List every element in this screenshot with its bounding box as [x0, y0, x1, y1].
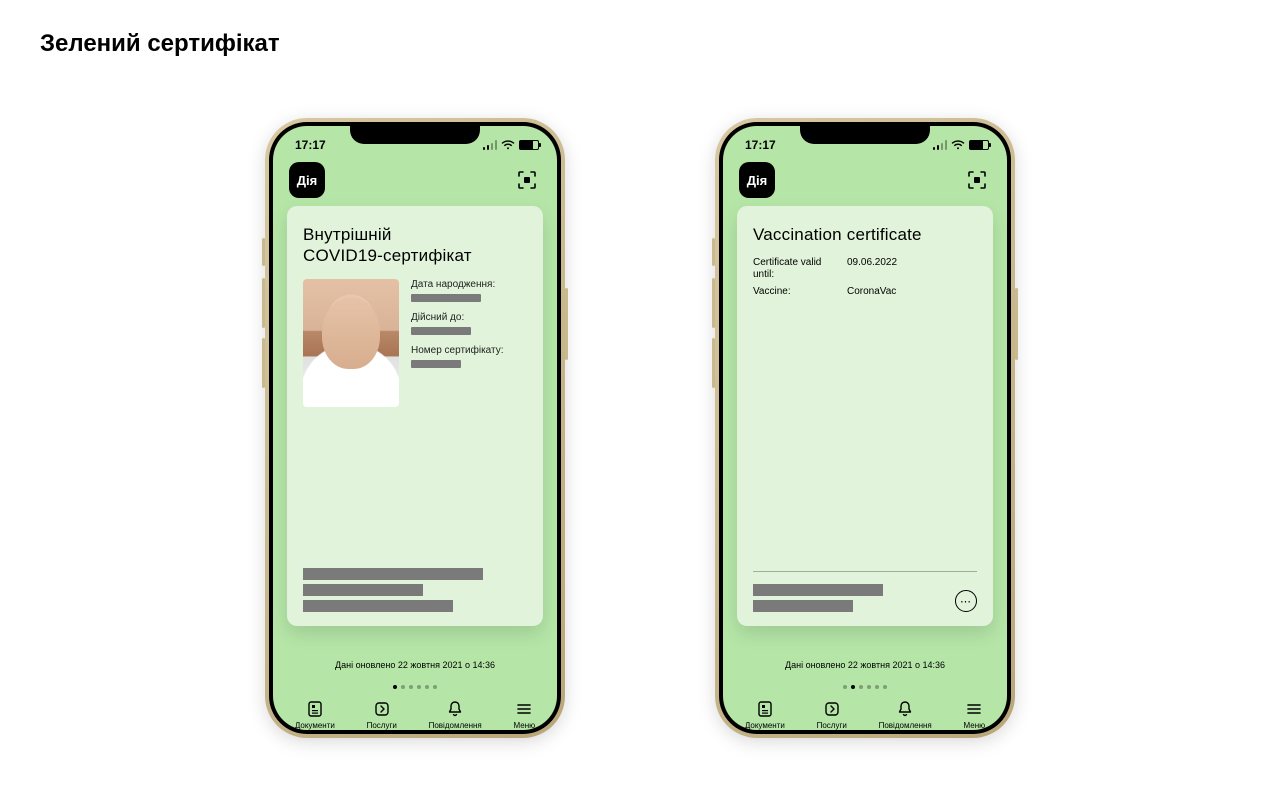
valid-until-label: Certificate valid until: [753, 257, 823, 280]
qr-scan-button[interactable] [513, 166, 541, 194]
tab-label: Документи [295, 721, 335, 730]
side-button-icon [712, 238, 715, 266]
tab-label: Повідомлення [879, 721, 932, 730]
redacted-value [411, 360, 461, 368]
valid-until-value: 09.06.2022 [847, 257, 897, 280]
cell-signal-icon [933, 140, 947, 150]
more-options-button[interactable]: ⋯ [955, 590, 977, 612]
tab-documents[interactable]: Документи [745, 700, 785, 730]
clock: 17:17 [745, 138, 776, 152]
tab-label: Послуги [367, 721, 397, 730]
phone-mockup-vaccination-cert: 17:17 Дія [715, 118, 1015, 738]
certificate-card[interactable]: Vaccination certificate Certificate vali… [737, 206, 993, 626]
tab-documents[interactable]: Документи [295, 700, 335, 730]
notch-icon [350, 122, 480, 144]
notch-icon [800, 122, 930, 144]
last-updated: Дані оновлено 22 жовтня 2021 о 14:36 [273, 626, 557, 676]
tab-label: Меню [964, 721, 986, 730]
card-title: Внутрішній COVID19-сертифікат [303, 224, 527, 267]
redacted-value [411, 294, 481, 302]
clock: 17:17 [295, 138, 326, 152]
tab-menu[interactable]: Меню [514, 700, 536, 730]
page-dots[interactable] [723, 676, 1007, 694]
dob-label: Дата народження: [411, 279, 527, 291]
wifi-icon [501, 140, 515, 150]
tab-notifications[interactable]: Повідомлення [429, 700, 482, 730]
tab-label: Документи [745, 721, 785, 730]
side-button-icon [712, 338, 715, 388]
tab-services[interactable]: Послуги [817, 700, 847, 730]
tab-label: Послуги [817, 721, 847, 730]
holder-photo [303, 279, 399, 407]
side-button-icon [712, 278, 715, 328]
cert-number-label: Номер сертифікату: [411, 345, 527, 357]
tab-label: Повідомлення [429, 721, 482, 730]
cell-signal-icon [483, 140, 497, 150]
tab-menu[interactable]: Меню [964, 700, 986, 730]
vaccine-value: CoronaVac [847, 286, 896, 298]
side-button-icon [1015, 288, 1018, 360]
app-logo[interactable]: Дія [289, 162, 325, 198]
side-button-icon [262, 338, 265, 388]
vaccine-label: Vaccine: [753, 286, 823, 298]
side-button-icon [565, 288, 568, 360]
last-updated: Дані оновлено 22 жовтня 2021 о 14:36 [723, 626, 1007, 676]
redacted-name-block [753, 571, 977, 612]
card-title: Vaccination certificate [753, 224, 977, 245]
page-dots[interactable] [273, 676, 557, 694]
tab-bar: Документи Послуги Повідомлення Меню [273, 694, 557, 730]
tab-bar: Документи Послуги Повідомлення Меню [723, 694, 1007, 730]
redacted-value [411, 327, 471, 335]
side-button-icon [262, 238, 265, 266]
app-logo[interactable]: Дія [739, 162, 775, 198]
tab-services[interactable]: Послуги [367, 700, 397, 730]
page-title: Зелений сертифікат [0, 0, 1280, 58]
battery-icon [969, 140, 989, 150]
tab-notifications[interactable]: Повідомлення [879, 700, 932, 730]
battery-icon [519, 140, 539, 150]
phones-row: 17:17 Дія [0, 58, 1280, 738]
valid-until-label: Дійсний до: [411, 312, 527, 324]
wifi-icon [951, 140, 965, 150]
qr-scan-button[interactable] [963, 166, 991, 194]
certificate-card[interactable]: Внутрішній COVID19-сертифікат Дата народ… [287, 206, 543, 626]
side-button-icon [262, 278, 265, 328]
redacted-name-block [303, 564, 527, 612]
phone-mockup-internal-cert: 17:17 Дія [265, 118, 565, 738]
tab-label: Меню [514, 721, 536, 730]
